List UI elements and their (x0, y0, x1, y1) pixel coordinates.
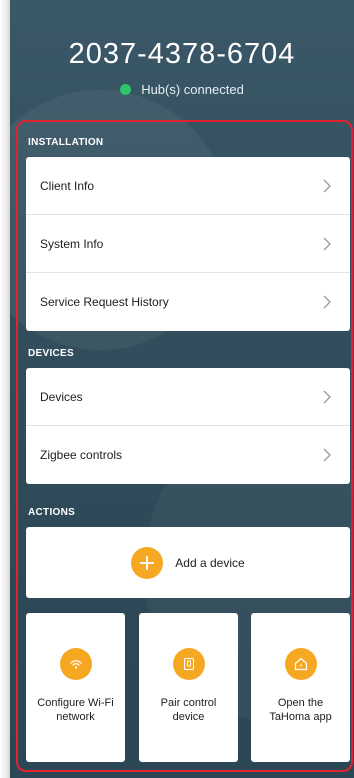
add-device-button[interactable]: Add a device (26, 527, 350, 598)
add-device-label: Add a device (175, 555, 245, 570)
tile-label: Configure Wi-Fi network (37, 697, 114, 723)
chevron-right-icon (320, 390, 334, 404)
row-label: Service Request History (40, 295, 169, 309)
row-devices[interactable]: Devices (26, 368, 350, 426)
row-service-request-history[interactable]: Service Request History (26, 273, 350, 331)
pair-control-device-button[interactable]: Pair control device (139, 613, 238, 762)
wifi-icon (59, 648, 92, 680)
chevron-right-icon (320, 179, 334, 193)
section-label-devices: DEVICES (28, 348, 75, 359)
hub-status-text: Hub(s) connected (141, 82, 244, 97)
open-tahoma-app-button[interactable]: Open the TaHoma app (251, 613, 350, 762)
chevron-right-icon (320, 295, 334, 309)
status-dot-icon (120, 84, 132, 95)
row-zigbee-controls[interactable]: Zigbee controls (26, 426, 350, 484)
configure-wifi-button[interactable]: Configure Wi-Fi network (26, 613, 125, 762)
tile-label: Open the TaHoma app (269, 697, 332, 723)
row-label: Devices (40, 389, 83, 404)
left-shadow-edge (0, 0, 10, 778)
row-system-info[interactable]: System Info (26, 215, 350, 273)
chevron-right-icon (320, 237, 334, 251)
section-label-actions: ACTIONS (28, 507, 76, 518)
plus-icon (131, 546, 164, 579)
section-label-installation: INSTALLATION (28, 137, 104, 148)
row-label: Zigbee controls (40, 448, 123, 462)
installation-card: Client Info System Info Service Request … (26, 157, 350, 331)
remote-control-icon (172, 648, 205, 680)
home-icon (284, 648, 317, 680)
row-label: Client Info (40, 178, 95, 193)
tile-label: Pair control device (160, 697, 217, 723)
row-label: System Info (40, 236, 104, 251)
devices-card: Devices Zigbee controls (26, 368, 350, 484)
hub-status: Hub(s) connected (10, 82, 354, 97)
hub-id-title: 2037-4378-6704 (68, 38, 296, 70)
row-client-info[interactable]: Client Info (26, 157, 350, 215)
chevron-right-icon (320, 448, 334, 462)
